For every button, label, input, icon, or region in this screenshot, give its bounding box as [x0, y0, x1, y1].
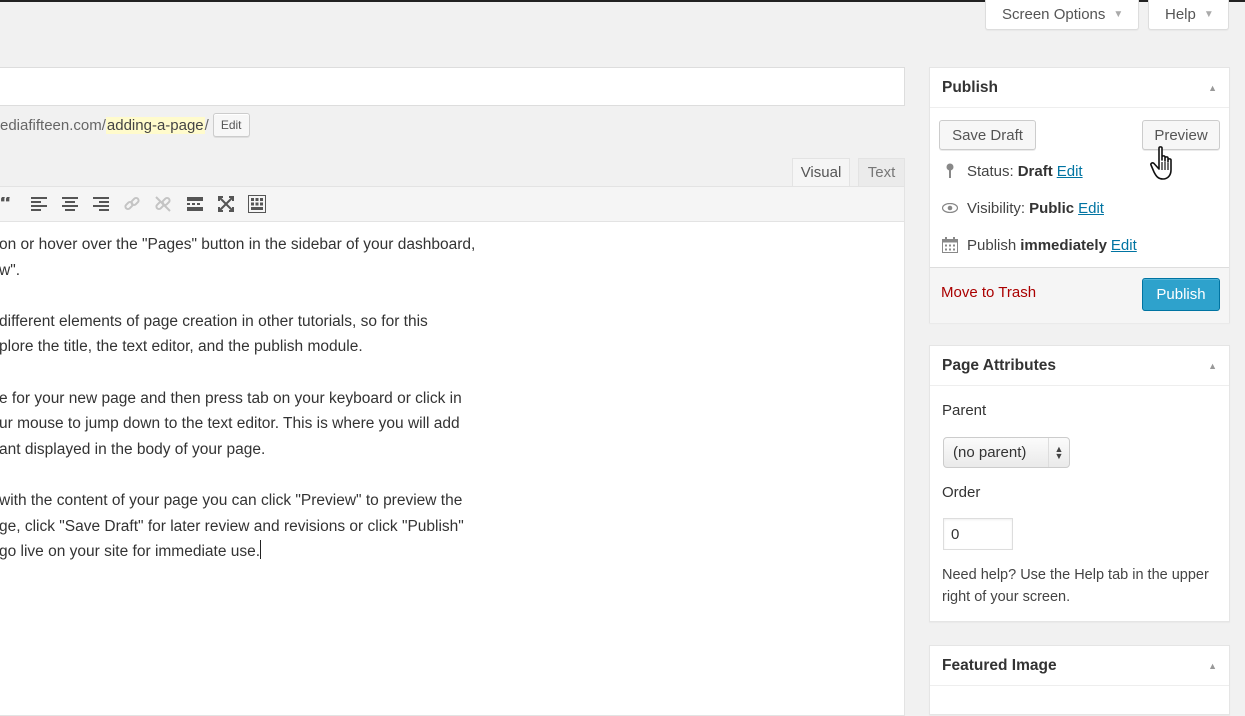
- editor-content[interactable]: on or hover over the "Pages" button in t…: [0, 232, 519, 590]
- major-publishing-actions: Move to Trash Publish: [930, 267, 1229, 323]
- remove-link-icon[interactable]: [154, 195, 172, 213]
- toolbar-toggle-icon[interactable]: [248, 195, 266, 213]
- tab-visual[interactable]: Visual: [792, 158, 850, 186]
- edit-visibility-link[interactable]: Edit: [1078, 200, 1104, 217]
- paragraph-line: ur mouse to jump down to the text editor…: [0, 415, 460, 433]
- paragraph: different elements of page creation in o…: [0, 309, 519, 360]
- page-title-input[interactable]: [0, 67, 905, 106]
- parent-select[interactable]: (no parent) ▲ ▼: [943, 437, 1070, 468]
- visibility-label: Visibility:: [967, 199, 1026, 217]
- publish-box: Publish ▲ Save Draft Preview Status: Dra…: [929, 67, 1230, 323]
- align-left-icon[interactable]: [30, 195, 48, 213]
- schedule-row: Publish immediately Edit: [942, 234, 1137, 256]
- save-draft-button[interactable]: Save Draft: [939, 120, 1036, 150]
- paragraph-line: w".: [0, 261, 21, 279]
- schedule-label: Publish: [967, 236, 1017, 254]
- paragraph-line: with the content of your page you can cl…: [0, 491, 463, 509]
- help-tab[interactable]: Help ▼: [1148, 0, 1229, 30]
- help-text: Need help? Use the Help tab in the upper…: [942, 567, 1209, 605]
- order-label: Order: [942, 484, 981, 501]
- permalink-base: ediafifteen.com/: [0, 116, 106, 134]
- eye-icon: [942, 200, 958, 216]
- screen-options-label: Screen Options: [1002, 6, 1106, 23]
- page-attributes-box: Page Attributes ▲ Parent (no parent) ▲ ▼ …: [929, 345, 1230, 622]
- paragraph-line: on or hover over the "Pages" button in t…: [0, 236, 476, 253]
- insert-link-icon[interactable]: [123, 195, 141, 213]
- publish-box-title: Publish: [942, 78, 998, 96]
- featured-image-title: Featured Image: [942, 656, 1057, 674]
- text-caret: [260, 540, 262, 560]
- edit-permalink-button[interactable]: Edit: [212, 113, 250, 137]
- parent-selected-value: (no parent): [953, 444, 1027, 461]
- publish-box-header[interactable]: Publish ▲: [930, 68, 1229, 108]
- help-label: Help: [1165, 6, 1196, 23]
- fullscreen-icon[interactable]: [217, 195, 235, 213]
- edit-schedule-link[interactable]: Edit: [1111, 237, 1137, 254]
- edit-status-link[interactable]: Edit: [1057, 163, 1083, 180]
- caret-down-icon: ▼: [1203, 9, 1214, 20]
- paragraph: on or hover over the "Pages" button in t…: [0, 232, 519, 283]
- paragraph-line: different elements of page creation in o…: [0, 312, 428, 330]
- editor-toolbar: “: [0, 187, 904, 222]
- paragraph-line: ge, click "Save Draft" for later review …: [0, 517, 464, 535]
- permalink-trail: /: [204, 116, 209, 134]
- tab-text[interactable]: Text: [858, 158, 905, 186]
- paragraph-line: go live on your site for immediate use.: [0, 543, 261, 561]
- visibility-row: Visibility: Public Edit: [942, 197, 1104, 219]
- paragraph-line: plore the title, the text editor, and th…: [0, 338, 363, 356]
- paragraph: e for your new page and then press tab o…: [0, 386, 519, 463]
- status-row: Status: Draft Edit: [942, 160, 1083, 182]
- featured-image-box: Featured Image ▲: [929, 645, 1230, 715]
- order-input[interactable]: 0: [943, 518, 1013, 550]
- page-attributes-header[interactable]: Page Attributes ▲: [930, 346, 1229, 386]
- collapse-arrow-icon[interactable]: ▲: [1208, 83, 1217, 93]
- blockquote-icon[interactable]: “: [0, 195, 17, 213]
- content-editor[interactable]: “ on or hover over the "Pages" button in: [0, 186, 905, 716]
- status-value: Draft: [1017, 162, 1053, 180]
- pin-icon: [942, 163, 958, 179]
- hand-cursor-icon: [1150, 146, 1180, 187]
- schedule-value: immediately: [1020, 236, 1107, 254]
- align-center-icon[interactable]: [61, 195, 79, 213]
- publish-button[interactable]: Publish: [1142, 278, 1220, 311]
- paragraph: with the content of your page you can cl…: [0, 488, 519, 565]
- status-label: Status:: [967, 162, 1014, 180]
- svg-text:“: “: [0, 197, 12, 211]
- collapse-arrow-icon[interactable]: ▲: [1208, 661, 1217, 671]
- select-arrows-icon: ▲ ▼: [1048, 438, 1069, 467]
- paragraph-line: ant displayed in the body of your page.: [0, 440, 266, 458]
- permalink-row: ediafifteen.com/ adding-a-page / Edit: [0, 112, 250, 138]
- align-right-icon[interactable]: [92, 195, 110, 213]
- visibility-value: Public: [1029, 199, 1075, 217]
- caret-down-icon: ▼: [1113, 9, 1124, 20]
- calendar-icon: [942, 237, 958, 253]
- move-to-trash-link[interactable]: Move to Trash: [941, 284, 1036, 301]
- screen-options-tab[interactable]: Screen Options ▼: [985, 0, 1139, 30]
- featured-image-header[interactable]: Featured Image ▲: [930, 646, 1229, 686]
- permalink-slug[interactable]: adding-a-page: [105, 116, 205, 134]
- collapse-arrow-icon[interactable]: ▲: [1208, 361, 1217, 371]
- paragraph-line: e for your new page and then press tab o…: [0, 389, 462, 407]
- read-more-icon[interactable]: [186, 195, 204, 213]
- page-attributes-title: Page Attributes: [942, 356, 1056, 374]
- parent-label: Parent: [942, 402, 987, 419]
